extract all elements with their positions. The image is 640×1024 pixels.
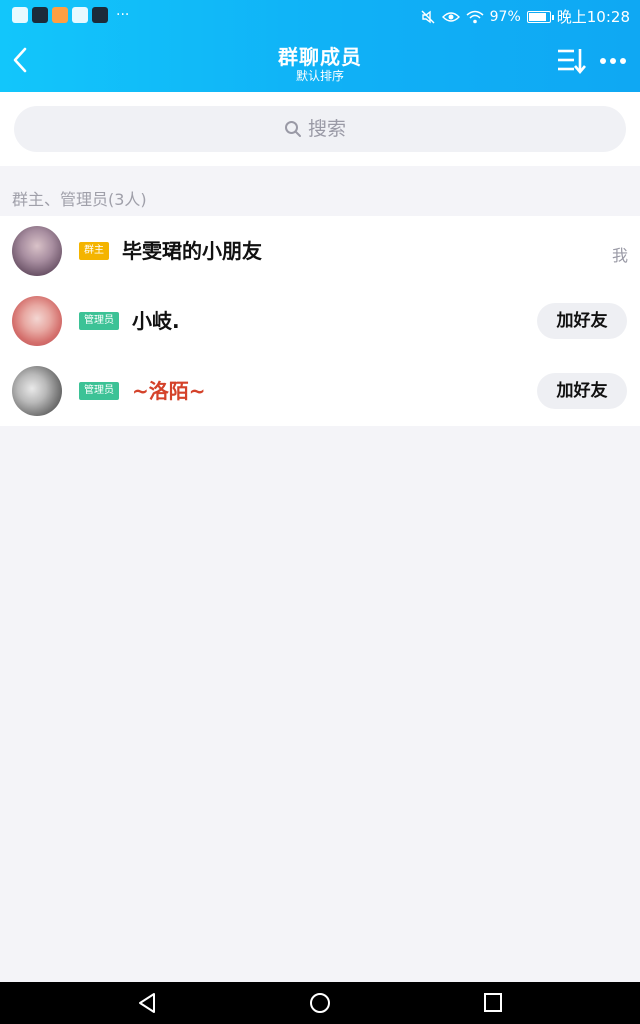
eye-icon	[441, 11, 460, 22]
back-triangle-icon	[139, 993, 155, 1013]
member-row[interactable]: 管理员 小岐. 加好友	[0, 286, 640, 356]
battery-percent: 97%	[489, 8, 521, 25]
avatar[interactable]	[12, 296, 62, 346]
sort-mode-label[interactable]: 默认排序	[0, 67, 640, 84]
tiktok-icon	[92, 7, 108, 23]
recents-square-icon	[484, 993, 502, 1012]
member-name: 小岐.	[132, 309, 180, 333]
member-name: ~洛陌~	[132, 379, 206, 403]
nav-home-button[interactable]	[307, 991, 333, 1015]
sort-icon	[558, 49, 586, 75]
app-notification-icon	[32, 7, 48, 23]
app-notification-icon	[12, 7, 28, 23]
member-row[interactable]: 管理员 ~洛陌~ 加好友	[0, 356, 640, 426]
admin-badge: 管理员	[79, 382, 119, 400]
status-right: 97% 晚上10:28	[420, 6, 630, 27]
nav-back-button[interactable]	[134, 991, 160, 1015]
search-icon	[285, 121, 301, 137]
add-friend-button[interactable]: 加好友	[537, 303, 627, 339]
mute-icon	[421, 10, 435, 23]
search-input[interactable]	[308, 118, 356, 140]
admin-badge: 管理员	[79, 312, 119, 330]
search-area	[0, 92, 640, 166]
status-more-text: ···	[116, 7, 130, 23]
member-list: 群主 毕雯珺的小朋友 我 管理员 小岐. 加好友 管理员 ~洛陌~ 加好友	[0, 216, 640, 426]
avatar[interactable]	[12, 226, 62, 276]
clock: 晚上10:28	[556, 8, 630, 26]
avatar[interactable]	[12, 366, 62, 416]
app-header: ··· 97% 晚上10:28 群聊成员 默认排序	[0, 0, 640, 92]
status-bar: ··· 97% 晚上10:28	[0, 0, 640, 32]
section-header: 群主、管理员(3人)	[12, 190, 147, 209]
battery-icon	[526, 10, 554, 23]
wifi-icon	[466, 10, 484, 23]
app-notification-icon	[72, 7, 88, 23]
add-friend-button[interactable]: 加好友	[537, 373, 627, 409]
member-row[interactable]: 群主 毕雯珺的小朋友 我	[0, 216, 640, 286]
more-button[interactable]	[596, 46, 630, 76]
self-label: 我	[611, 246, 628, 265]
page-title: 群聊成员	[278, 45, 362, 69]
sort-button[interactable]	[554, 46, 588, 76]
app-notification-icon	[52, 7, 68, 23]
more-dots-icon	[600, 58, 626, 64]
member-name: 毕雯珺的小朋友	[122, 239, 262, 263]
notification-icons: ···	[12, 7, 129, 23]
nav-recents-button[interactable]	[480, 991, 506, 1015]
owner-badge: 群主	[79, 242, 109, 260]
system-nav-bar	[0, 982, 640, 1024]
search-bar[interactable]	[14, 106, 626, 152]
home-circle-icon	[310, 993, 330, 1013]
